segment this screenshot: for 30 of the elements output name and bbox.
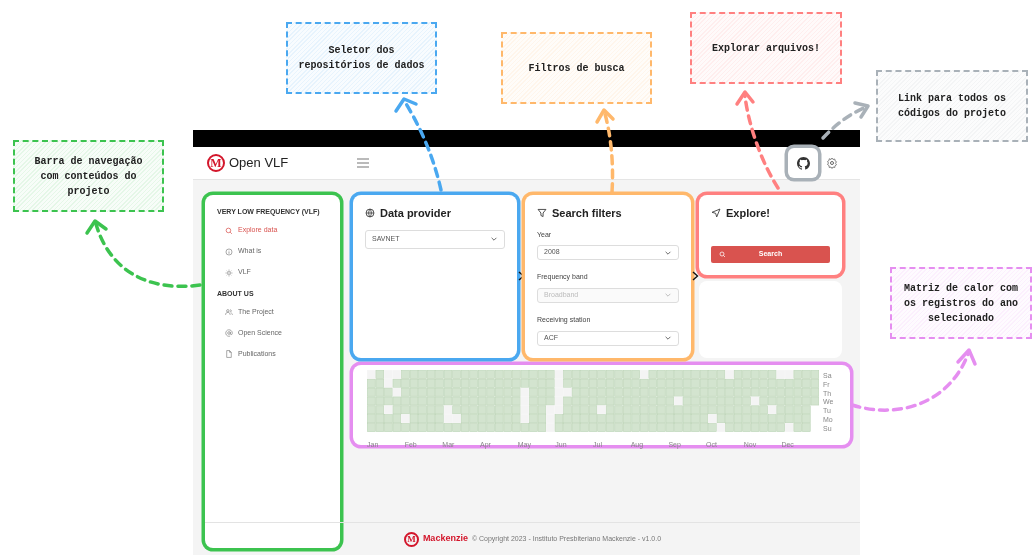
footer-brand: Mackenzie xyxy=(422,532,468,546)
globe-icon xyxy=(365,208,375,219)
callout-note: Link para todos os códigos do projeto xyxy=(876,70,1028,142)
people-icon xyxy=(225,308,233,316)
logo-icon[interactable]: M xyxy=(207,154,225,172)
info-icon xyxy=(225,247,233,256)
callout-note: Matriz de calor com os registros do ano selecionado xyxy=(890,267,1032,339)
app-title[interactable]: Open VLF xyxy=(229,153,289,173)
mackenzie-logo-icon: M xyxy=(403,531,419,547)
chevron-down-icon xyxy=(664,291,672,300)
chevron-down-icon xyxy=(490,235,498,243)
at-sign-icon xyxy=(225,329,233,337)
github-icon xyxy=(796,156,810,170)
send-icon xyxy=(711,208,721,219)
search-icon xyxy=(225,226,233,235)
filter-icon xyxy=(537,208,547,219)
sun-icon xyxy=(225,268,233,277)
chevron-right-icon xyxy=(692,271,699,281)
card-title: Explore! xyxy=(726,206,770,221)
callout-note: Barra de navegação com conteúdos do projeto xyxy=(13,140,164,212)
card-title: Data provider xyxy=(380,206,451,221)
callout-note: Filtros de busca xyxy=(501,32,652,104)
annotation-arrow xyxy=(821,101,870,140)
chevron-down-icon xyxy=(664,334,672,343)
file-icon xyxy=(225,350,233,358)
callout-note: Seletor dos repositórios de dados xyxy=(286,22,437,94)
card-title: Search filters xyxy=(552,206,622,221)
settings-icon[interactable] xyxy=(826,157,838,169)
callout-note: Explorar arquivos! xyxy=(690,12,842,84)
search-icon xyxy=(719,251,726,258)
